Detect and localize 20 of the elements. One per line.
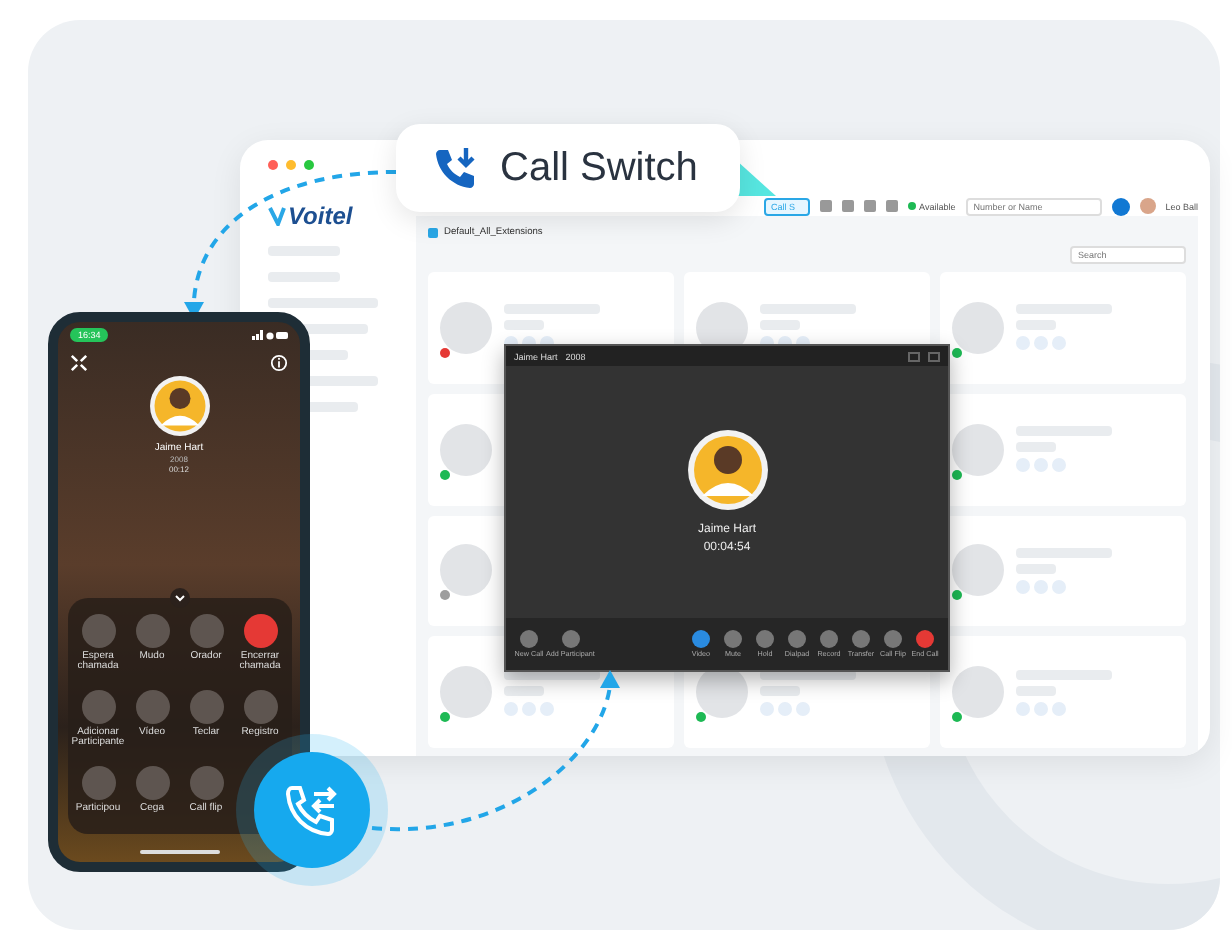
logo-text: Voitel (288, 202, 353, 230)
presence-dot (907, 202, 916, 210)
window-dot (304, 160, 314, 170)
group-icon (428, 228, 438, 238)
phone-incoming-icon (432, 144, 480, 192)
logo-icon (268, 206, 286, 226)
window-dot (286, 160, 296, 170)
collapse-icon[interactable] (70, 354, 88, 372)
chevron-down-icon[interactable] (169, 587, 189, 607)
home-indicator (139, 850, 219, 854)
avatar-silhouette (149, 376, 209, 436)
skeleton-bar (504, 685, 544, 696)
info-icon[interactable] (270, 354, 288, 372)
avatar-silhouette (687, 430, 767, 510)
minimize-icon[interactable] (908, 351, 920, 361)
status-icons (252, 330, 288, 340)
window-dot (268, 160, 278, 170)
expand-icon[interactable] (928, 351, 940, 361)
badge-title: Call Switch (500, 145, 698, 191)
skeleton-bar (760, 685, 800, 696)
